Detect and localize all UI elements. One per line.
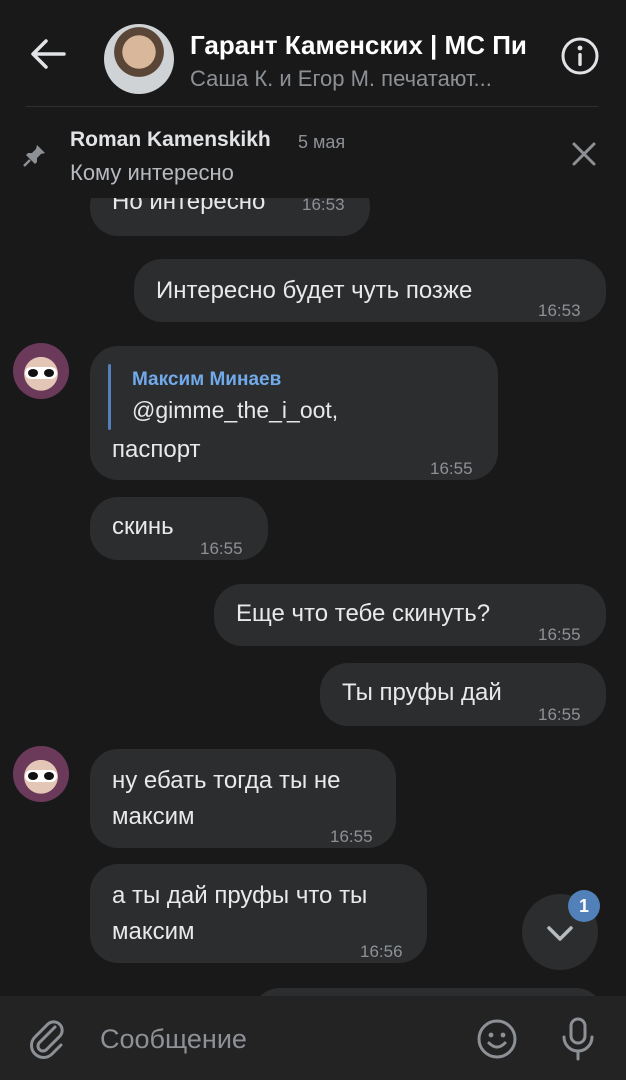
message-time: 16:55 — [330, 827, 373, 846]
message-text: паспорт — [112, 436, 201, 463]
message-text: Но интересно — [112, 198, 266, 215]
pin-icon — [23, 145, 45, 167]
message-text: Интересно будет чуть позже — [156, 277, 473, 304]
message-bubble[interactable]: скинь 16:55 — [90, 497, 268, 560]
microphone-icon[interactable] — [558, 1016, 598, 1062]
typing-status: Саша К. и Егор М. печатают... — [190, 66, 492, 91]
message-bubble[interactable]: Ты пруфы дай 16:55 — [320, 663, 606, 726]
reply-bar — [108, 364, 111, 430]
reply-text: @gimme_the_i_oot, — [132, 397, 339, 423]
message-text: Еще что тебе скинуть? — [236, 600, 491, 627]
back-arrow-icon[interactable] — [26, 32, 70, 76]
message-text: максим — [112, 918, 195, 945]
sender-avatar[interactable] — [13, 343, 69, 399]
message-bubble[interactable]: а ты дай пруфы что ты максим 16:56 — [90, 864, 427, 963]
message-bubble[interactable]: Но интересно 16:53 — [90, 198, 370, 236]
message-text: Ты пруфы дай — [342, 679, 502, 706]
avatar-glasses — [25, 367, 57, 379]
message-time: 16:55 — [538, 705, 581, 724]
message-bubble[interactable]: Еще что тебе скинуть? 16:55 — [214, 584, 606, 646]
chat-header: Гарант Каменских | МС Пи Саша К. и Егор … — [0, 0, 626, 108]
avatar-glasses — [25, 770, 57, 782]
message-text: скинь — [112, 513, 174, 540]
pinned-author: Roman Kamenskikh — [70, 128, 271, 151]
smile-icon[interactable] — [476, 1018, 518, 1060]
header-divider — [26, 106, 598, 107]
message-time: 16:56 — [360, 942, 403, 961]
message-bubble[interactable]: Интересно будет чуть позже 16:53 — [134, 259, 606, 322]
message-input[interactable]: Сообщение — [100, 1024, 247, 1055]
message-bubble[interactable]: Максим Минаев @gimme_the_i_oot, паспорт … — [90, 346, 498, 480]
message-time: 16:53 — [538, 301, 581, 320]
chat-title[interactable]: Гарант Каменских | МС Пи — [190, 30, 540, 61]
info-icon[interactable] — [560, 36, 600, 76]
message-time: 16:55 — [430, 459, 473, 478]
message-time: 16:53 — [302, 198, 345, 214]
message-time: 16:55 — [200, 539, 243, 558]
message-bubble-partial[interactable] — [252, 988, 604, 996]
close-icon[interactable] — [570, 140, 598, 168]
chat-avatar[interactable] — [104, 24, 174, 94]
message-text: ну ебать тогда ты не — [112, 767, 341, 794]
message-text: максим — [112, 803, 195, 830]
sender-avatar[interactable] — [13, 746, 69, 802]
paperclip-icon[interactable] — [28, 1018, 68, 1060]
composer-bar — [0, 996, 626, 1080]
message-list[interactable]: Но интересно 16:53 Интересно будет чуть … — [0, 198, 626, 996]
pinned-text: Кому интересно — [70, 160, 234, 185]
message-bubble[interactable]: ну ебать тогда ты не максим 16:55 — [90, 749, 396, 848]
unread-badge: 1 — [568, 890, 600, 922]
message-text: а ты дай пруфы что ты — [112, 882, 368, 909]
pinned-date: 5 мая — [298, 132, 346, 152]
message-time: 16:55 — [538, 625, 581, 644]
